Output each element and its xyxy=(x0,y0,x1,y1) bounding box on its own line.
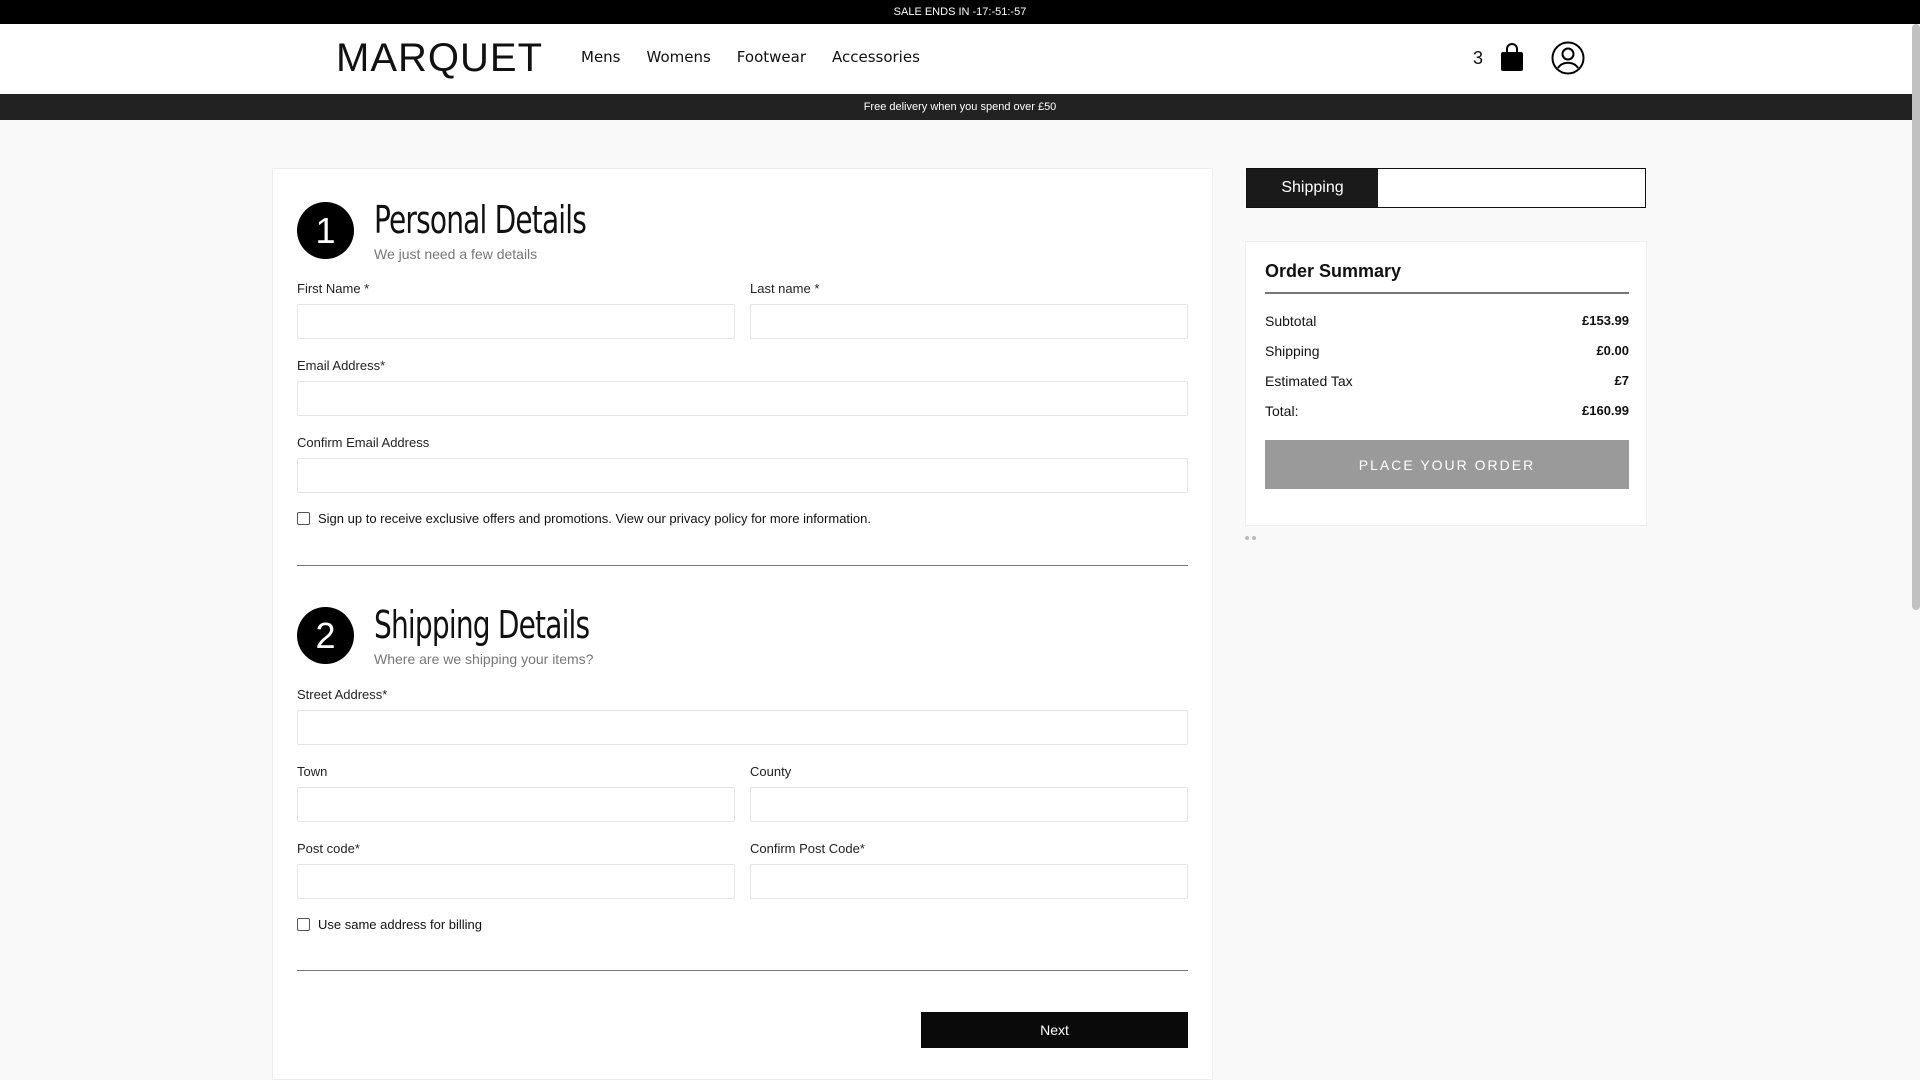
nav-mens[interactable]: Mens xyxy=(581,48,621,66)
dot xyxy=(1245,536,1249,540)
shopping-bag-icon[interactable] xyxy=(1500,42,1524,72)
email-label: Email Address* xyxy=(297,358,386,373)
street-address-field[interactable] xyxy=(297,710,1188,745)
logo[interactable]: MARQUET xyxy=(336,36,543,81)
street-address-label: Street Address* xyxy=(297,687,388,702)
summary-row-shipping: Shipping £0.00 xyxy=(1265,343,1629,359)
nav-footwear[interactable]: Footwear xyxy=(737,48,806,66)
county-label: County xyxy=(750,764,792,779)
postcode-label: Post code* xyxy=(297,841,360,856)
summary-label: Shipping xyxy=(1265,343,1320,359)
county-field[interactable] xyxy=(750,787,1188,822)
same-billing-text: Use same address for billing xyxy=(318,917,483,932)
nav-accessories[interactable]: Accessories xyxy=(832,48,920,66)
place-order-button[interactable]: PLACE YOUR ORDER xyxy=(1265,440,1629,489)
user-circle-icon[interactable] xyxy=(1551,41,1585,75)
main-nav: Mens Womens Footwear Accessories xyxy=(581,48,920,66)
signup-checkbox[interactable] xyxy=(297,512,310,525)
confirm-email-field[interactable] xyxy=(297,458,1188,493)
summary-row-total: Total: £160.99 xyxy=(1265,403,1629,419)
step-1-badge: 1 xyxy=(297,202,354,259)
free-delivery-text: Free delivery when you spend over £50 xyxy=(863,101,1057,113)
step-2-badge: 2 xyxy=(297,607,354,664)
order-summary: Order Summary Subtotal £153.99 Shipping … xyxy=(1245,241,1647,526)
shipping-details-title: Shipping Details xyxy=(374,603,590,647)
personal-details-subtitle: We just need a few details xyxy=(374,246,538,262)
last-name-label: Last name * xyxy=(750,281,820,296)
summary-label: Estimated Tax xyxy=(1265,373,1353,389)
summary-value: £0.00 xyxy=(1596,343,1629,358)
shipping-details-subtitle: Where are we shipping your items? xyxy=(374,651,594,667)
dot xyxy=(1252,536,1256,540)
page-scrollbar[interactable] xyxy=(1912,24,1920,610)
confirm-postcode-field[interactable] xyxy=(750,864,1188,899)
next-button[interactable]: Next xyxy=(921,1012,1188,1048)
sale-countdown-text: SALE ENDS IN -17:-51:-57 xyxy=(893,6,1027,18)
email-field[interactable] xyxy=(297,381,1188,416)
same-billing-option[interactable]: Use same address for billing xyxy=(297,917,482,932)
checkout-form: 1 Personal Details We just need a few de… xyxy=(272,168,1213,1080)
summary-divider xyxy=(1265,292,1629,294)
confirm-email-label: Confirm Email Address xyxy=(297,435,430,450)
last-name-field[interactable] xyxy=(750,304,1188,339)
summary-row-tax: Estimated Tax £7 xyxy=(1265,373,1629,389)
summary-row-subtotal: Subtotal £153.99 xyxy=(1265,313,1629,329)
personal-details-title: Personal Details xyxy=(374,198,587,242)
confirm-postcode-label: Confirm Post Code* xyxy=(750,841,865,856)
summary-value: £7 xyxy=(1614,373,1629,388)
postcode-field[interactable] xyxy=(297,864,735,899)
signup-text: Sign up to receive exclusive offers and … xyxy=(318,511,872,526)
signup-option[interactable]: Sign up to receive exclusive offers and … xyxy=(297,511,871,526)
cart-count[interactable]: 3 xyxy=(1473,48,1483,69)
checkout-step-tabs: Shipping xyxy=(1246,168,1646,208)
first-name-field[interactable] xyxy=(297,304,735,339)
summary-value: £153.99 xyxy=(1582,313,1629,328)
summary-value: £160.99 xyxy=(1582,403,1629,418)
first-name-label: First Name * xyxy=(297,281,370,296)
same-billing-checkbox[interactable] xyxy=(297,918,310,931)
section-divider xyxy=(297,565,1188,566)
nav-womens[interactable]: Womens xyxy=(647,48,711,66)
sale-countdown-bar: SALE ENDS IN -17:-51:-57 xyxy=(0,0,1920,24)
order-summary-title: Order Summary xyxy=(1265,261,1402,281)
section-divider xyxy=(297,970,1188,971)
tab-shipping[interactable]: Shipping xyxy=(1247,169,1378,207)
town-field[interactable] xyxy=(297,787,735,822)
summary-label: Subtotal xyxy=(1265,313,1317,329)
town-label: Town xyxy=(297,764,328,779)
loading-dots xyxy=(1245,536,1256,540)
summary-label: Total: xyxy=(1265,403,1299,419)
free-delivery-banner: Free delivery when you spend over £50 xyxy=(0,94,1920,120)
site-header: MARQUET Mens Womens Footwear Accessories… xyxy=(0,24,1920,94)
